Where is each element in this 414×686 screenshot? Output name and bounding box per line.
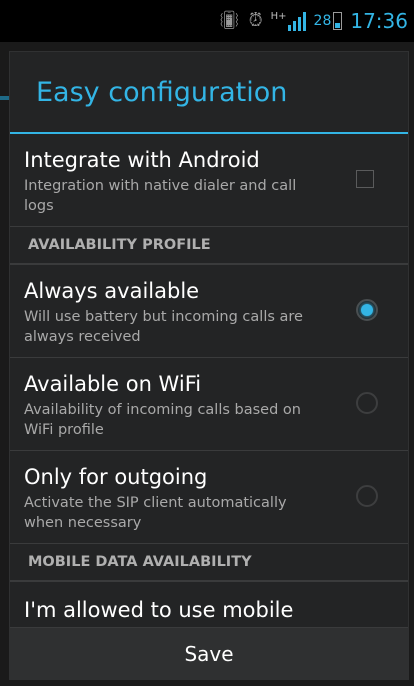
- available-on-wifi-radio[interactable]: [356, 392, 378, 414]
- pref-summary: Activate the SIP client automatically wh…: [24, 495, 287, 531]
- option-always-available[interactable]: Always available Will use battery but in…: [10, 265, 408, 358]
- signal-indicator: H+: [271, 11, 306, 31]
- dialog-content[interactable]: Integrate with Android Integration with …: [10, 134, 408, 625]
- pref-title: Only for outgoing: [24, 465, 208, 489]
- vibrate-icon: 📳︎: [217, 10, 241, 31]
- mobile-data-availability-header: MOBILE DATA AVAILABILITY: [10, 544, 408, 582]
- status-time: 17:36: [350, 9, 408, 33]
- battery-level: 28: [313, 13, 332, 29]
- pref-title: I'm allowed to use mobile: [24, 598, 294, 622]
- only-for-outgoing-radio[interactable]: [356, 485, 378, 507]
- network-type: H+: [270, 11, 287, 22]
- option-available-on-wifi[interactable]: Available on WiFi Availability of incomi…: [10, 358, 408, 451]
- battery-icon: [333, 12, 343, 30]
- availability-profile-header: AVAILABILITY PROFILE: [10, 227, 408, 265]
- alarm-icon: ⏰︎: [248, 10, 263, 31]
- pref-title: Available on WiFi: [24, 372, 202, 396]
- integrate-with-android-item[interactable]: Integrate with Android Integration with …: [10, 134, 408, 227]
- pref-summary: Integration with native dialer and call …: [24, 178, 297, 214]
- easy-configuration-dialog: Easy configuration Integrate with Androi…: [10, 52, 408, 680]
- signal-icon: [287, 11, 306, 31]
- save-button[interactable]: Save: [10, 628, 408, 680]
- dialog-title: Easy configuration: [36, 76, 288, 108]
- pref-title: Always available: [24, 279, 200, 303]
- option-only-for-outgoing[interactable]: Only for outgoing Activate the SIP clien…: [10, 451, 408, 544]
- button-bar: Save: [10, 627, 408, 680]
- pref-title: Integrate with Android: [24, 148, 260, 172]
- pref-summary: Will use battery but incoming calls are …: [24, 309, 303, 345]
- battery-indicator: 28: [314, 12, 343, 30]
- integrate-checkbox[interactable]: [356, 170, 374, 188]
- mobile-data-item[interactable]: I'm allowed to use mobile: [10, 582, 408, 625]
- always-available-radio[interactable]: [356, 299, 378, 321]
- pref-summary: Availability of incoming calls based on …: [24, 402, 301, 438]
- status-bar: 📳︎ ⏰︎ H+ 28 17:36: [0, 0, 414, 42]
